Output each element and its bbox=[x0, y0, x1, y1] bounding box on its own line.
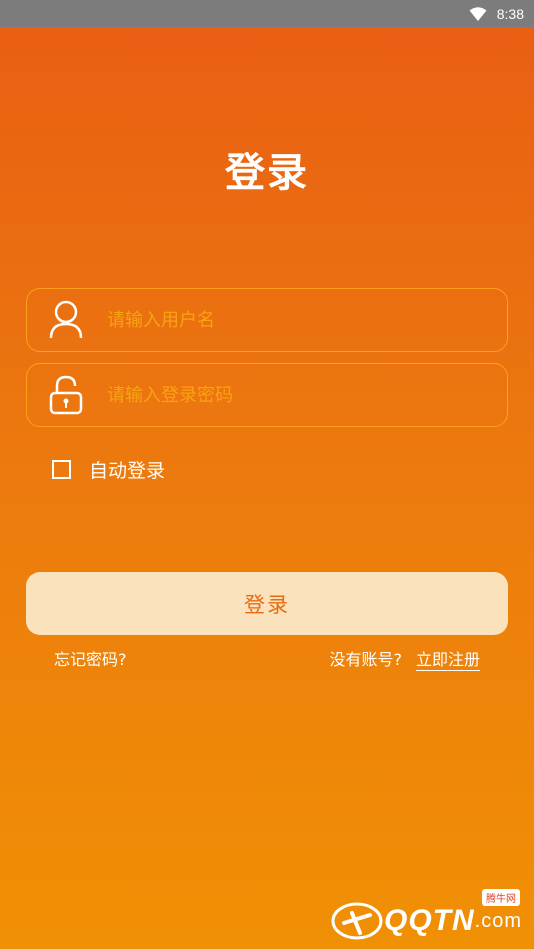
register-row: 没有账号? 立即注册 bbox=[329, 646, 480, 670]
wifi-icon bbox=[469, 6, 487, 21]
lock-icon bbox=[49, 375, 83, 415]
username-field[interactable] bbox=[26, 288, 508, 352]
watermark-brand: QQTN bbox=[383, 904, 475, 937]
status-bar: 8:38 bbox=[0, 0, 534, 27]
username-input[interactable] bbox=[105, 299, 507, 341]
login-button[interactable]: 登录 bbox=[26, 572, 508, 635]
password-field[interactable] bbox=[26, 363, 508, 427]
password-input[interactable] bbox=[105, 374, 507, 416]
watermark-badge: 腾牛网 bbox=[482, 889, 520, 906]
auto-login-checkbox[interactable] bbox=[52, 460, 71, 479]
auto-login-label: 自动登录 bbox=[89, 460, 166, 482]
page-title: 登录 bbox=[225, 150, 309, 196]
watermark: QQTN .com 腾牛网 bbox=[330, 889, 522, 941]
user-icon bbox=[49, 300, 83, 340]
no-account-prompt: 没有账号? bbox=[329, 650, 402, 669]
auto-login-option[interactable]: 自动登录 bbox=[52, 456, 165, 483]
register-link[interactable]: 立即注册 bbox=[416, 646, 480, 670]
watermark-suffix: .com bbox=[474, 909, 522, 932]
qqtn-logo-icon bbox=[331, 902, 383, 940]
forgot-password-link[interactable]: 忘记密码? bbox=[54, 646, 127, 670]
status-time: 8:38 bbox=[496, 5, 524, 22]
